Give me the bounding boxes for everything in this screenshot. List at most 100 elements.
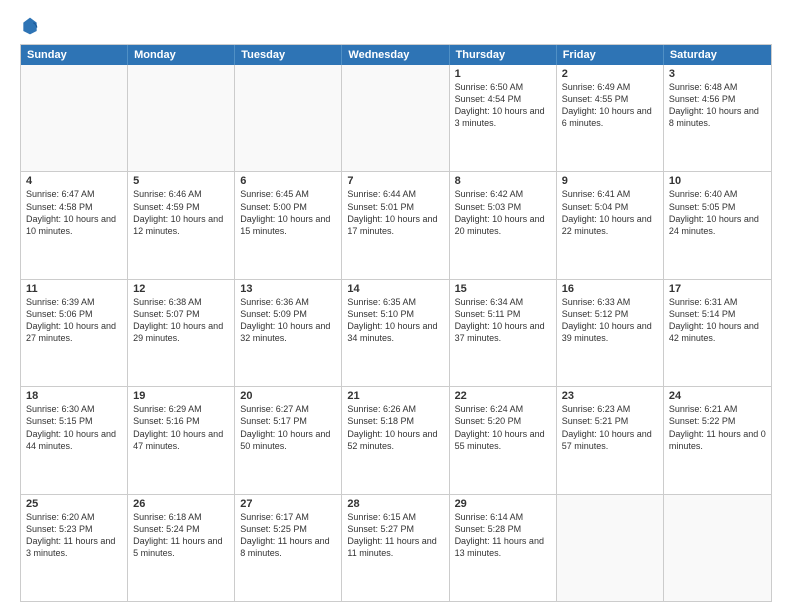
page-header <box>20 16 772 36</box>
day-number: 10 <box>669 175 766 187</box>
calendar-body: 1Sunrise: 6:50 AM Sunset: 4:54 PM Daylig… <box>21 65 771 601</box>
calendar-cell <box>664 495 771 601</box>
calendar-row-4: 25Sunrise: 6:20 AM Sunset: 5:23 PM Dayli… <box>21 494 771 601</box>
calendar-cell: 12Sunrise: 6:38 AM Sunset: 5:07 PM Dayli… <box>128 280 235 386</box>
cell-text: Sunrise: 6:14 AM Sunset: 5:28 PM Dayligh… <box>455 511 551 560</box>
calendar-cell: 20Sunrise: 6:27 AM Sunset: 5:17 PM Dayli… <box>235 387 342 493</box>
calendar-cell: 14Sunrise: 6:35 AM Sunset: 5:10 PM Dayli… <box>342 280 449 386</box>
calendar-cell: 13Sunrise: 6:36 AM Sunset: 5:09 PM Dayli… <box>235 280 342 386</box>
day-number: 13 <box>240 283 336 295</box>
day-number: 3 <box>669 68 766 80</box>
calendar-cell: 3Sunrise: 6:48 AM Sunset: 4:56 PM Daylig… <box>664 65 771 171</box>
day-number: 24 <box>669 390 766 402</box>
calendar-cell: 16Sunrise: 6:33 AM Sunset: 5:12 PM Dayli… <box>557 280 664 386</box>
calendar-cell: 8Sunrise: 6:42 AM Sunset: 5:03 PM Daylig… <box>450 172 557 278</box>
cell-text: Sunrise: 6:18 AM Sunset: 5:24 PM Dayligh… <box>133 511 229 560</box>
cell-text: Sunrise: 6:38 AM Sunset: 5:07 PM Dayligh… <box>133 296 229 345</box>
calendar-cell: 11Sunrise: 6:39 AM Sunset: 5:06 PM Dayli… <box>21 280 128 386</box>
calendar-cell: 10Sunrise: 6:40 AM Sunset: 5:05 PM Dayli… <box>664 172 771 278</box>
day-number: 11 <box>26 283 122 295</box>
calendar-cell <box>128 65 235 171</box>
calendar-cell: 26Sunrise: 6:18 AM Sunset: 5:24 PM Dayli… <box>128 495 235 601</box>
day-number: 5 <box>133 175 229 187</box>
calendar-cell <box>235 65 342 171</box>
calendar-cell: 4Sunrise: 6:47 AM Sunset: 4:58 PM Daylig… <box>21 172 128 278</box>
day-number: 28 <box>347 498 443 510</box>
header-cell-tuesday: Tuesday <box>235 45 342 65</box>
header-cell-monday: Monday <box>128 45 235 65</box>
calendar-cell: 22Sunrise: 6:24 AM Sunset: 5:20 PM Dayli… <box>450 387 557 493</box>
cell-text: Sunrise: 6:24 AM Sunset: 5:20 PM Dayligh… <box>455 403 551 452</box>
cell-text: Sunrise: 6:26 AM Sunset: 5:18 PM Dayligh… <box>347 403 443 452</box>
calendar-cell: 15Sunrise: 6:34 AM Sunset: 5:11 PM Dayli… <box>450 280 557 386</box>
cell-text: Sunrise: 6:34 AM Sunset: 5:11 PM Dayligh… <box>455 296 551 345</box>
header-cell-sunday: Sunday <box>21 45 128 65</box>
day-number: 15 <box>455 283 551 295</box>
logo-icon <box>20 16 40 36</box>
calendar-cell: 2Sunrise: 6:49 AM Sunset: 4:55 PM Daylig… <box>557 65 664 171</box>
day-number: 14 <box>347 283 443 295</box>
calendar: SundayMondayTuesdayWednesdayThursdayFrid… <box>20 44 772 602</box>
calendar-cell: 6Sunrise: 6:45 AM Sunset: 5:00 PM Daylig… <box>235 172 342 278</box>
day-number: 16 <box>562 283 658 295</box>
cell-text: Sunrise: 6:20 AM Sunset: 5:23 PM Dayligh… <box>26 511 122 560</box>
calendar-cell: 18Sunrise: 6:30 AM Sunset: 5:15 PM Dayli… <box>21 387 128 493</box>
calendar-cell: 5Sunrise: 6:46 AM Sunset: 4:59 PM Daylig… <box>128 172 235 278</box>
cell-text: Sunrise: 6:36 AM Sunset: 5:09 PM Dayligh… <box>240 296 336 345</box>
cell-text: Sunrise: 6:31 AM Sunset: 5:14 PM Dayligh… <box>669 296 766 345</box>
calendar-row-2: 11Sunrise: 6:39 AM Sunset: 5:06 PM Dayli… <box>21 279 771 386</box>
calendar-cell: 21Sunrise: 6:26 AM Sunset: 5:18 PM Dayli… <box>342 387 449 493</box>
calendar-cell: 27Sunrise: 6:17 AM Sunset: 5:25 PM Dayli… <box>235 495 342 601</box>
calendar-row-0: 1Sunrise: 6:50 AM Sunset: 4:54 PM Daylig… <box>21 65 771 171</box>
day-number: 8 <box>455 175 551 187</box>
day-number: 22 <box>455 390 551 402</box>
cell-text: Sunrise: 6:33 AM Sunset: 5:12 PM Dayligh… <box>562 296 658 345</box>
calendar-cell: 28Sunrise: 6:15 AM Sunset: 5:27 PM Dayli… <box>342 495 449 601</box>
cell-text: Sunrise: 6:50 AM Sunset: 4:54 PM Dayligh… <box>455 81 551 130</box>
cell-text: Sunrise: 6:39 AM Sunset: 5:06 PM Dayligh… <box>26 296 122 345</box>
calendar-cell: 1Sunrise: 6:50 AM Sunset: 4:54 PM Daylig… <box>450 65 557 171</box>
calendar-cell <box>21 65 128 171</box>
day-number: 1 <box>455 68 551 80</box>
calendar-row-1: 4Sunrise: 6:47 AM Sunset: 4:58 PM Daylig… <box>21 171 771 278</box>
calendar-cell: 17Sunrise: 6:31 AM Sunset: 5:14 PM Dayli… <box>664 280 771 386</box>
header-cell-saturday: Saturday <box>664 45 771 65</box>
cell-text: Sunrise: 6:41 AM Sunset: 5:04 PM Dayligh… <box>562 188 658 237</box>
day-number: 21 <box>347 390 443 402</box>
calendar-cell: 25Sunrise: 6:20 AM Sunset: 5:23 PM Dayli… <box>21 495 128 601</box>
calendar-cell: 23Sunrise: 6:23 AM Sunset: 5:21 PM Dayli… <box>557 387 664 493</box>
cell-text: Sunrise: 6:30 AM Sunset: 5:15 PM Dayligh… <box>26 403 122 452</box>
header-cell-friday: Friday <box>557 45 664 65</box>
day-number: 25 <box>26 498 122 510</box>
cell-text: Sunrise: 6:48 AM Sunset: 4:56 PM Dayligh… <box>669 81 766 130</box>
day-number: 7 <box>347 175 443 187</box>
cell-text: Sunrise: 6:29 AM Sunset: 5:16 PM Dayligh… <box>133 403 229 452</box>
day-number: 19 <box>133 390 229 402</box>
logo <box>20 16 44 36</box>
day-number: 23 <box>562 390 658 402</box>
cell-text: Sunrise: 6:45 AM Sunset: 5:00 PM Dayligh… <box>240 188 336 237</box>
day-number: 9 <box>562 175 658 187</box>
calendar-cell: 19Sunrise: 6:29 AM Sunset: 5:16 PM Dayli… <box>128 387 235 493</box>
cell-text: Sunrise: 6:23 AM Sunset: 5:21 PM Dayligh… <box>562 403 658 452</box>
cell-text: Sunrise: 6:49 AM Sunset: 4:55 PM Dayligh… <box>562 81 658 130</box>
calendar-cell: 24Sunrise: 6:21 AM Sunset: 5:22 PM Dayli… <box>664 387 771 493</box>
day-number: 29 <box>455 498 551 510</box>
day-number: 18 <box>26 390 122 402</box>
day-number: 26 <box>133 498 229 510</box>
cell-text: Sunrise: 6:35 AM Sunset: 5:10 PM Dayligh… <box>347 296 443 345</box>
header-cell-thursday: Thursday <box>450 45 557 65</box>
cell-text: Sunrise: 6:17 AM Sunset: 5:25 PM Dayligh… <box>240 511 336 560</box>
calendar-cell <box>342 65 449 171</box>
calendar-cell: 29Sunrise: 6:14 AM Sunset: 5:28 PM Dayli… <box>450 495 557 601</box>
day-number: 27 <box>240 498 336 510</box>
cell-text: Sunrise: 6:42 AM Sunset: 5:03 PM Dayligh… <box>455 188 551 237</box>
day-number: 2 <box>562 68 658 80</box>
calendar-cell: 7Sunrise: 6:44 AM Sunset: 5:01 PM Daylig… <box>342 172 449 278</box>
day-number: 20 <box>240 390 336 402</box>
calendar-cell <box>557 495 664 601</box>
cell-text: Sunrise: 6:21 AM Sunset: 5:22 PM Dayligh… <box>669 403 766 452</box>
cell-text: Sunrise: 6:44 AM Sunset: 5:01 PM Dayligh… <box>347 188 443 237</box>
header-cell-wednesday: Wednesday <box>342 45 449 65</box>
day-number: 12 <box>133 283 229 295</box>
